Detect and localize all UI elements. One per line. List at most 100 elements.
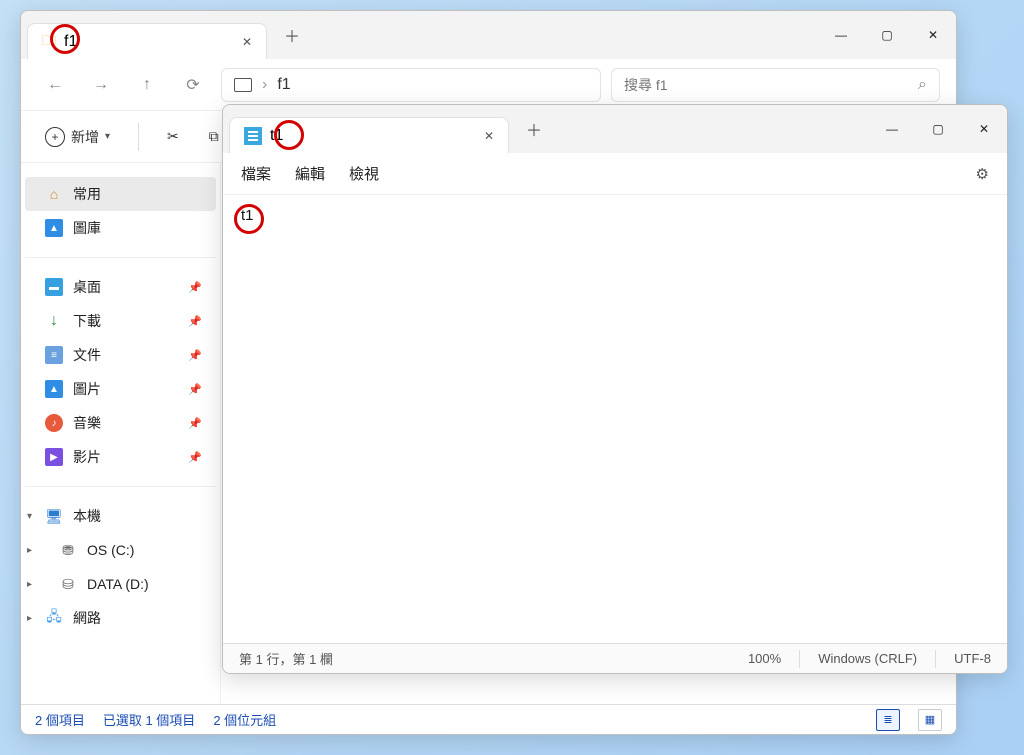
pc-icon bbox=[234, 78, 252, 92]
chevron-down-icon[interactable]: ▾ bbox=[27, 511, 32, 522]
sidebar-label: OS (C:) bbox=[87, 542, 134, 558]
pin-icon: 📌 bbox=[188, 451, 202, 464]
address-text: f1 bbox=[277, 76, 290, 94]
explorer-status-bar: 2 個項目 已選取 1 個項目 2 個位元組 ≣ ▦ bbox=[21, 704, 956, 734]
pin-icon: 📌 bbox=[188, 349, 202, 362]
sidebar-label: 圖片 bbox=[73, 379, 101, 399]
copy-icon: ⧉ bbox=[209, 128, 219, 145]
tab-close-icon[interactable]: ✕ bbox=[242, 35, 252, 49]
notepad-content: t1 bbox=[241, 207, 254, 224]
download-icon: ↓ bbox=[45, 312, 63, 330]
toolbar-divider bbox=[138, 123, 139, 151]
sidebar-item-home[interactable]: ⌂ 常用 bbox=[25, 177, 216, 211]
sidebar-item-desktop[interactable]: ▬ 桌面 📌 bbox=[25, 270, 216, 304]
sidebar-item-drive-c[interactable]: ▸ ⛃ OS (C:) bbox=[25, 533, 216, 567]
sidebar-item-videos[interactable]: ▶ 影片 📌 bbox=[25, 440, 216, 474]
pictures-icon: ▲ bbox=[45, 380, 63, 398]
search-box[interactable]: ⌕ bbox=[611, 68, 940, 102]
menu-file[interactable]: 檔案 bbox=[241, 163, 271, 184]
status-selection: 已選取 1 個項目 bbox=[103, 710, 195, 729]
sidebar-item-drive-d[interactable]: ▸ ⛁ DATA (D:) bbox=[25, 567, 216, 601]
desktop-icon: ▬ bbox=[45, 278, 63, 296]
tab-close-icon[interactable]: ✕ bbox=[484, 129, 494, 143]
sidebar-label: 文件 bbox=[73, 345, 101, 365]
network-icon: 🖧 bbox=[45, 609, 63, 627]
settings-button[interactable]: ⚙ bbox=[976, 165, 989, 183]
menu-view[interactable]: 檢視 bbox=[349, 163, 379, 184]
pin-icon: 📌 bbox=[188, 383, 202, 396]
sidebar-item-network[interactable]: ▸ 🖧 網路 bbox=[25, 601, 216, 635]
plus-circle-icon: + bbox=[45, 127, 65, 147]
status-line-ending: Windows (CRLF) bbox=[818, 651, 917, 666]
new-button[interactable]: + 新增 ▾ bbox=[37, 120, 118, 154]
forward-button[interactable]: → bbox=[83, 67, 119, 103]
menu-edit[interactable]: 編輯 bbox=[295, 163, 325, 184]
explorer-tab-title: f1 bbox=[64, 33, 77, 51]
explorer-tab[interactable]: 🗀 f1 ✕ bbox=[27, 23, 267, 59]
sidebar-label: 桌面 bbox=[73, 277, 101, 297]
sidebar-item-documents[interactable]: ≡ 文件 📌 bbox=[25, 338, 216, 372]
chevron-down-icon: ▾ bbox=[105, 131, 110, 142]
new-tab-button[interactable]: ＋ bbox=[517, 112, 551, 146]
maximize-button[interactable]: ▢ bbox=[915, 105, 961, 153]
sidebar-label: 音樂 bbox=[73, 413, 101, 433]
status-size: 2 個位元組 bbox=[213, 710, 276, 729]
address-bar[interactable]: › f1 bbox=[221, 68, 601, 102]
minimize-button[interactable]: — bbox=[818, 11, 864, 59]
details-view-button[interactable]: ≣ bbox=[876, 709, 900, 731]
sidebar-label: 常用 bbox=[73, 184, 101, 204]
sidebar-label: 圖庫 bbox=[73, 218, 101, 238]
minimize-button[interactable]: — bbox=[869, 105, 915, 153]
sidebar-item-music[interactable]: ♪ 音樂 📌 bbox=[25, 406, 216, 440]
notepad-menubar: 檔案 編輯 檢視 ⚙ bbox=[223, 153, 1007, 195]
notepad-status-bar: 第 1 行，第 1 欄 100% Windows (CRLF) UTF-8 bbox=[223, 643, 1007, 673]
drive-icon: ⛁ bbox=[59, 575, 77, 593]
sidebar-item-this-pc[interactable]: ▾ 🖥 本機 bbox=[25, 499, 216, 533]
search-icon: ⌕ bbox=[918, 76, 927, 94]
sidebar-item-pictures[interactable]: ▲ 圖片 📌 bbox=[25, 372, 216, 406]
close-button[interactable]: ✕ bbox=[910, 11, 956, 59]
new-tab-button[interactable]: ＋ bbox=[275, 18, 309, 52]
large-icons-view-button[interactable]: ▦ bbox=[918, 709, 942, 731]
sidebar-item-downloads[interactable]: ↓ 下載 📌 bbox=[25, 304, 216, 338]
new-button-label: 新增 bbox=[71, 127, 99, 147]
status-position: 第 1 行，第 1 欄 bbox=[239, 649, 333, 668]
sidebar-label: 本機 bbox=[73, 506, 101, 526]
pin-icon: 📌 bbox=[188, 315, 202, 328]
explorer-sidebar: ⌂ 常用 ▲ 圖庫 ▬ 桌面 📌 ↓ 下載 📌 bbox=[21, 163, 221, 704]
gallery-icon: ▲ bbox=[45, 219, 63, 237]
search-input[interactable] bbox=[624, 77, 918, 93]
music-icon: ♪ bbox=[45, 414, 63, 432]
sidebar-item-gallery[interactable]: ▲ 圖庫 bbox=[25, 211, 216, 245]
status-encoding: UTF-8 bbox=[954, 651, 991, 666]
explorer-titlebar[interactable]: 🗀 f1 ✕ ＋ — ▢ ✕ bbox=[21, 11, 956, 59]
chevron-right-icon[interactable]: ▸ bbox=[27, 613, 32, 624]
pc-icon: 🖥 bbox=[45, 507, 63, 525]
breadcrumb-sep: › bbox=[262, 76, 267, 94]
sidebar-label: 影片 bbox=[73, 447, 101, 467]
notepad-tab[interactable]: t1 ✕ bbox=[229, 117, 509, 153]
notepad-titlebar[interactable]: t1 ✕ ＋ — ▢ ✕ bbox=[223, 105, 1007, 153]
notepad-window: t1 ✕ ＋ — ▢ ✕ 檔案 編輯 檢視 ⚙ t1 第 1 行，第 1 欄 1… bbox=[222, 104, 1008, 674]
chevron-right-icon[interactable]: ▸ bbox=[27, 579, 32, 590]
document-icon: ≡ bbox=[45, 346, 63, 364]
maximize-button[interactable]: ▢ bbox=[864, 11, 910, 59]
notepad-tab-title: t1 bbox=[270, 127, 283, 145]
chevron-right-icon[interactable]: ▸ bbox=[27, 545, 32, 556]
cut-button[interactable]: ✂ bbox=[159, 120, 187, 154]
notepad-icon bbox=[244, 127, 262, 145]
pin-icon: 📌 bbox=[188, 281, 202, 294]
status-zoom: 100% bbox=[748, 651, 781, 666]
pin-icon: 📌 bbox=[188, 417, 202, 430]
refresh-button[interactable]: ⟳ bbox=[175, 67, 211, 103]
up-button[interactable]: ↑ bbox=[129, 67, 165, 103]
close-button[interactable]: ✕ bbox=[961, 105, 1007, 153]
sidebar-label: DATA (D:) bbox=[87, 576, 149, 592]
sidebar-label: 網路 bbox=[73, 608, 101, 628]
folder-icon: 🗀 bbox=[42, 30, 56, 54]
notepad-text-area[interactable]: t1 bbox=[223, 195, 1007, 643]
scissors-icon: ✂ bbox=[167, 128, 179, 145]
back-button[interactable]: ← bbox=[37, 67, 73, 103]
home-icon: ⌂ bbox=[45, 185, 63, 203]
sidebar-label: 下載 bbox=[73, 311, 101, 331]
